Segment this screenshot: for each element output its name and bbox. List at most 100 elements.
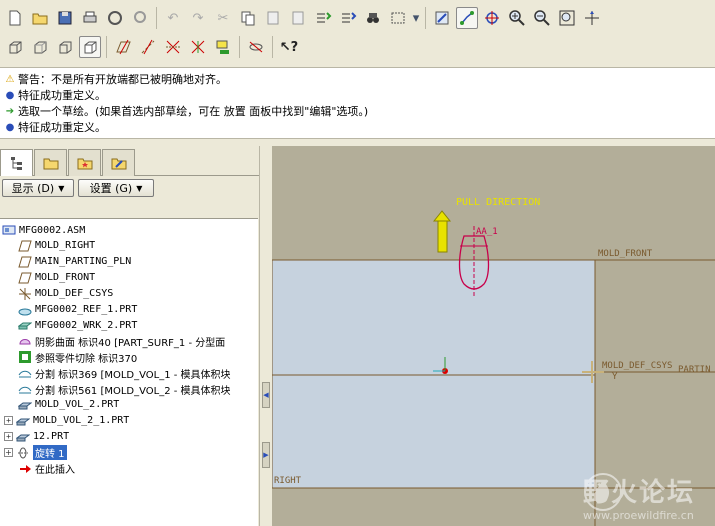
- coordinate-system-icon[interactable]: [187, 36, 209, 58]
- tree-row[interactable]: + MOLD_VOL_2_1.PRT: [4, 413, 129, 429]
- tree-row[interactable]: 阴影曲面 标识40 [PART_SURF_1 - 分型面: [18, 333, 225, 349]
- mold-block: [272, 259, 596, 489]
- tree-row[interactable]: MOLD_RIGHT: [18, 238, 95, 254]
- datum-point-icon[interactable]: [162, 36, 184, 58]
- new-icon[interactable]: [4, 7, 26, 29]
- copy-icon[interactable]: [237, 7, 259, 29]
- refit-icon[interactable]: [556, 7, 578, 29]
- find-icon[interactable]: [362, 7, 384, 29]
- repaint-icon[interactable]: [431, 7, 453, 29]
- ref-part-icon: [18, 303, 32, 317]
- save-icon[interactable]: [54, 7, 76, 29]
- paste-special-icon[interactable]: [287, 7, 309, 29]
- panel-splitter[interactable]: ◀ ▶: [259, 146, 272, 526]
- split-icon: [18, 382, 32, 396]
- expand-icon[interactable]: +: [4, 448, 13, 458]
- tree-row[interactable]: MFG0002_REF_1.PRT: [18, 302, 137, 318]
- ref-cutout-icon: [18, 350, 32, 364]
- navigator-tabs: [0, 146, 260, 176]
- tree-row[interactable]: +12.PRT: [4, 429, 69, 445]
- info-dot-icon: ●: [5, 122, 15, 133]
- tree-row[interactable]: MAIN_PARTING_PLN: [18, 254, 131, 270]
- tree-row-label: MOLD_VOL_2_1.PRT: [33, 415, 130, 427]
- datum-axis-icon[interactable]: [137, 36, 159, 58]
- mold-part-icon: [16, 414, 30, 428]
- cut-icon[interactable]: ✂: [212, 7, 234, 29]
- pull-arrow-shaft: [437, 218, 448, 253]
- tree-row[interactable]: MFG0002_WRK_2.PRT: [18, 317, 137, 333]
- tree-row-label: 分割 标识561 [MOLD_VOL_2 - 模具体积块: [35, 385, 231, 397]
- tree-row-label: MOLD_VOL_2.PRT: [35, 399, 120, 411]
- tree-row-label: MOLD_DEF_CSYS: [35, 288, 114, 300]
- tree-row-label: MFG0002_REF_1.PRT: [35, 304, 138, 315]
- expand-icon[interactable]: +: [4, 432, 13, 442]
- regenerate-manager-icon[interactable]: [337, 7, 359, 29]
- hidden-line-icon[interactable]: [29, 36, 51, 58]
- expand-icon[interactable]: +: [4, 416, 13, 426]
- tree-row[interactable]: MOLD_DEF_CSYS: [18, 286, 113, 302]
- tree-row[interactable]: MOLD_FRONT: [18, 270, 95, 286]
- tree-row[interactable]: + 旋转 1: [4, 445, 67, 461]
- toolbar-separator: [156, 7, 157, 29]
- undo-icon[interactable]: ↶: [162, 7, 184, 29]
- datum-plane-icon: [18, 239, 32, 253]
- favorites-tab[interactable]: [68, 149, 101, 176]
- expand-right-icon[interactable]: ▶: [262, 442, 270, 468]
- toolbar-separator: [106, 36, 107, 58]
- annotation-icon[interactable]: [212, 36, 234, 58]
- prompt-arrow-icon: ➔: [5, 106, 15, 117]
- collapse-left-icon[interactable]: ◀: [262, 382, 270, 408]
- send-icon[interactable]: [104, 7, 126, 29]
- tree-row[interactable]: 分割 标识369 [MOLD_VOL_1 - 模具体积块: [18, 365, 231, 381]
- graphics-window[interactable]: PULL DIRECTION AA_1 MOLD_FRONT MOLD_DEF_…: [272, 146, 715, 526]
- message-line: ➔ 选取一个草绘。(如果首选内部草绘，可在 放置 面板中找到"编辑"选项。): [4, 104, 711, 120]
- wireframe-icon[interactable]: [4, 36, 26, 58]
- dropdown-arrow-icon: ▼: [136, 183, 143, 193]
- spin-center-icon[interactable]: [456, 7, 478, 29]
- no-hidden-icon[interactable]: [54, 36, 76, 58]
- shadow-surface-icon: [18, 334, 32, 348]
- orient-icon[interactable]: [481, 7, 503, 29]
- open-icon[interactable]: [29, 7, 51, 29]
- folder-browser-tab[interactable]: [34, 149, 67, 176]
- split-icon: [18, 366, 32, 380]
- datum-plane-icon[interactable]: [112, 36, 134, 58]
- tree-row[interactable]: 参照零件切除 标识370: [18, 349, 137, 365]
- regenerate-icon[interactable]: [312, 7, 334, 29]
- model-tree-tab[interactable]: [0, 149, 33, 176]
- tree-row[interactable]: 分割 标识561 [MOLD_VOL_2 - 模具体积块: [18, 381, 231, 397]
- shading-icon[interactable]: [79, 36, 101, 58]
- view-icon[interactable]: [129, 7, 151, 29]
- settings-button[interactable]: 设置 (G) ▼: [78, 179, 154, 197]
- axis-label: AA_1: [476, 227, 498, 237]
- navigator-panel: 显示 (D) ▼ 设置 (G) ▼ MFG0002.ASM MOLD_RIGHT MAI…: [0, 146, 260, 526]
- model-tree: MFG0002.ASM MOLD_RIGHT MAIN_PARTING_PLN MOL…: [0, 218, 258, 526]
- tree-row-label: 分割 标识369 [MOLD_VOL_1 - 模具体积块: [35, 369, 231, 381]
- favorites-icon: [77, 158, 92, 170]
- tree-row-label: MFG0002_WRK_2.PRT: [35, 319, 138, 331]
- mold-def-csys-label: MOLD_DEF_CSYS: [602, 361, 673, 371]
- whats-this-icon[interactable]: ↖?: [278, 36, 300, 58]
- message-text: 选取一个草绘。(如果首选内部草绘，可在 放置 面板中找到"编辑"选项。): [18, 105, 369, 118]
- show-button-label: 显示 (D): [11, 182, 55, 195]
- redo-icon[interactable]: ↷: [187, 7, 209, 29]
- tree-buttons: 显示 (D) ▼ 设置 (G) ▼: [0, 176, 260, 200]
- visibility-icon[interactable]: [245, 36, 267, 58]
- connections-tab[interactable]: [102, 149, 135, 176]
- select-box-icon[interactable]: [387, 7, 409, 29]
- tree-row-label: MFG0002.ASM: [19, 224, 86, 236]
- tree-row[interactable]: MOLD_VOL_2.PRT: [18, 397, 119, 413]
- print-icon[interactable]: [79, 7, 101, 29]
- select-dropdown-icon[interactable]: ▾: [412, 7, 420, 29]
- tree-row[interactable]: 在此插入: [18, 461, 75, 477]
- csys-icon: [18, 287, 32, 301]
- show-button[interactable]: 显示 (D) ▼: [2, 179, 74, 197]
- parting-label: PARTIN: [678, 365, 711, 375]
- zoom-in-icon[interactable]: [506, 7, 528, 29]
- paste-icon[interactable]: [262, 7, 284, 29]
- rotate-icon[interactable]: [581, 7, 603, 29]
- proe-window: ↶ ↷ ✂ ▾ ↖? ⚠ 警告：不是所有开放端都已被明确地对齐。 ● 特征成功重…: [0, 0, 715, 526]
- zoom-out-icon[interactable]: [531, 7, 553, 29]
- info-dot-icon: ●: [5, 90, 15, 101]
- tree-row[interactable]: MFG0002.ASM: [2, 222, 85, 238]
